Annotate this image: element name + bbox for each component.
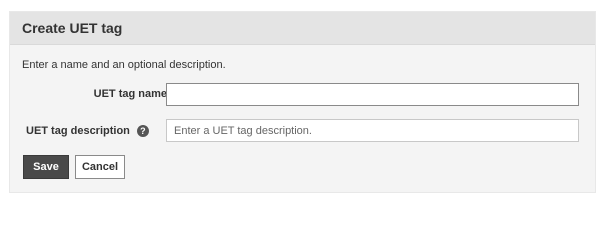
help-icon[interactable]: ? <box>136 125 149 137</box>
create-uet-tag-panel: Create UET tag Enter a name and an optio… <box>9 11 596 193</box>
uet-tag-description-label: UET tag description <box>26 125 130 137</box>
cancel-button[interactable]: Cancel <box>75 155 125 179</box>
intro-text: Enter a name and an optional description… <box>22 59 226 71</box>
panel-header: Create UET tag <box>10 12 595 45</box>
save-button[interactable]: Save <box>23 155 69 179</box>
uet-tag-name-input[interactable] <box>166 83 579 106</box>
panel-title: Create UET tag <box>22 20 123 36</box>
uet-tag-description-input[interactable] <box>166 119 579 142</box>
uet-tag-name-label: UET tag name <box>93 88 167 100</box>
uet-tag-description-label-group: UET tag description ? <box>26 125 149 137</box>
